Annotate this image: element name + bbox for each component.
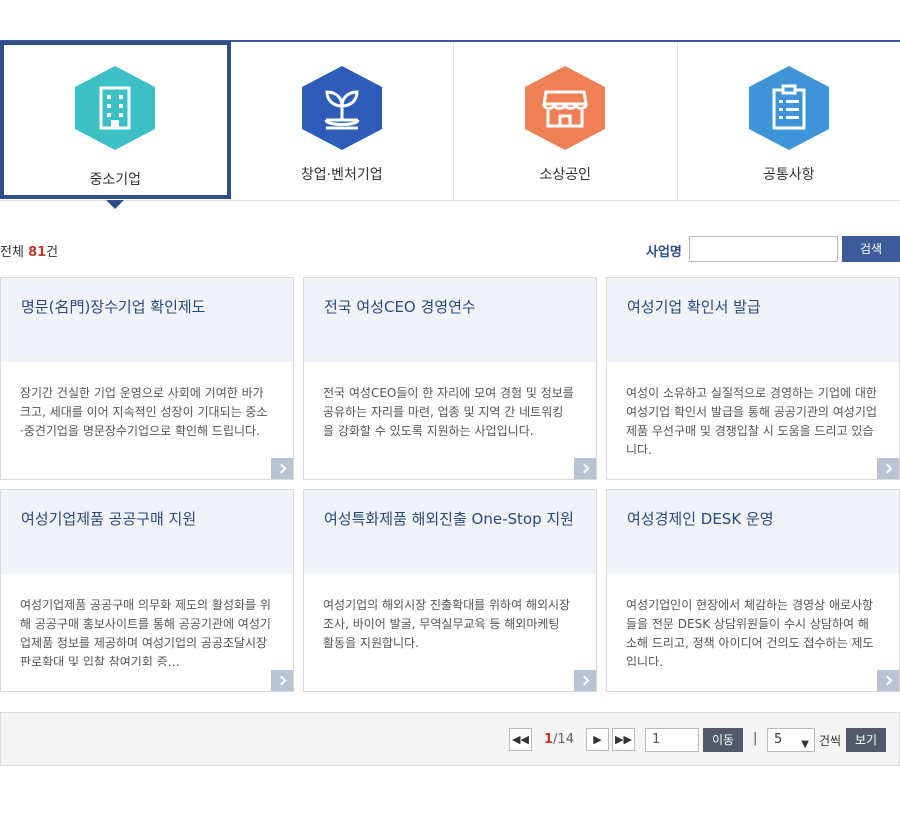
last-page-button[interactable]: ▶▶ [612,728,635,751]
card-title[interactable]: 명문(名門)장수기업 확인제도 [1,278,293,362]
card-description: 여성기업의 해외시장 진출확대를 위하여 해외시장조사, 바이어 발굴, 무역실… [323,598,571,650]
program-card[interactable]: 여성기업 확인서 발급 여성이 소유하고 실질적으로 경영하는 기업에 대한 여… [606,277,900,480]
sprout-icon [299,64,385,152]
program-card[interactable]: 여성경제인 DESK 운영 여성기업인이 현장에서 체감하는 경영상 애로사항들… [606,489,900,692]
chevron-right-icon[interactable] [877,670,899,691]
card-description: 여성기업인이 현장에서 체감하는 경영상 애로사항들을 전문 DESK 상담위원… [626,598,874,666]
tab-startup[interactable]: 창업·벤처기업 [231,42,454,200]
go-page-button[interactable]: 이동 [703,728,743,752]
card-title[interactable]: 전국 여성CEO 경영연수 [304,278,596,362]
clipboard-icon [746,64,832,152]
card-description: 여성이 소유하고 실질적으로 경영하는 기업에 대한 여성기업 확인서 발급을 … [626,386,877,454]
search-button[interactable]: 검색 [842,236,900,262]
building-icon [72,64,158,152]
program-card[interactable]: 명문(名門)장수기업 확인제도 장기간 건실한 기업 운영으로 사회에 기여한 … [0,277,294,480]
active-tab-arrow [106,200,125,209]
pagination-bar: ◀◀ 1/14 ▶ ▶▶ 1 이동 | 5 ▼ 건씩 보기 [0,712,900,766]
card-title[interactable]: 여성기업 확인서 발급 [607,278,899,362]
total-count: 전체 81건 [0,245,59,260]
tab-label: 중소기업 [89,172,142,188]
program-card[interactable]: 전국 여성CEO 경영연수 전국 여성CEO들이 한 자리에 모여 경험 및 정… [303,277,597,480]
page-indicator: 1/14 [544,732,574,747]
per-page-unit: 건씩 [819,734,842,748]
chevron-right-icon[interactable] [574,670,596,691]
program-card[interactable]: 여성특화제품 해외진출 One-Stop 지원 여성기업의 해외시장 진출확대를… [303,489,597,692]
tab-sme[interactable]: 중소기업 [0,41,231,209]
tab-common[interactable]: 공통사항 [678,42,900,200]
card-description: 전국 여성CEO들이 한 자리에 모여 경험 및 정보를 공유하는 자리를 마련… [323,386,574,438]
first-page-button[interactable]: ◀◀ [509,728,532,751]
card-title[interactable]: 여성경제인 DESK 운영 [607,490,899,574]
chevron-right-icon[interactable] [877,458,899,479]
tab-label: 창업·벤처기업 [300,167,383,183]
per-page-select[interactable]: 5 ▼ [767,728,815,752]
card-description: 장기간 건실한 기업 운영으로 사회에 기여한 바가 크고, 세대를 이어 지속… [20,386,268,438]
search-label: 사업명 [646,245,682,260]
search-input[interactable] [689,236,838,262]
chevron-right-icon[interactable] [271,458,293,479]
program-card[interactable]: 여성기업제품 공공구매 지원 여성기업제품 공공구매 의무화 제도의 활성화를 … [0,489,294,692]
card-title[interactable]: 여성기업제품 공공구매 지원 [1,490,293,574]
divider: | [753,731,758,746]
next-page-button[interactable]: ▶ [586,728,609,751]
chevron-right-icon[interactable] [271,670,293,691]
view-button[interactable]: 보기 [846,728,886,752]
tab-small-business[interactable]: 소상공인 [454,42,678,200]
card-title[interactable]: 여성특화제품 해외진출 One-Stop 지원 [304,490,596,574]
tab-label: 소상공인 [539,167,592,183]
caret-down-icon: ▼ [801,739,809,750]
chevron-right-icon[interactable] [574,458,596,479]
category-tabs: 중소기업 창업·벤처기업 소상공인 공통사항 [0,40,900,209]
card-description: 여성기업제품 공공구매 의무화 제도의 활성화를 위해 공공구매 홍보사이트를 … [20,598,271,666]
tab-label: 공통사항 [762,167,815,183]
store-icon [522,64,608,152]
page-number-input[interactable]: 1 [645,728,699,752]
